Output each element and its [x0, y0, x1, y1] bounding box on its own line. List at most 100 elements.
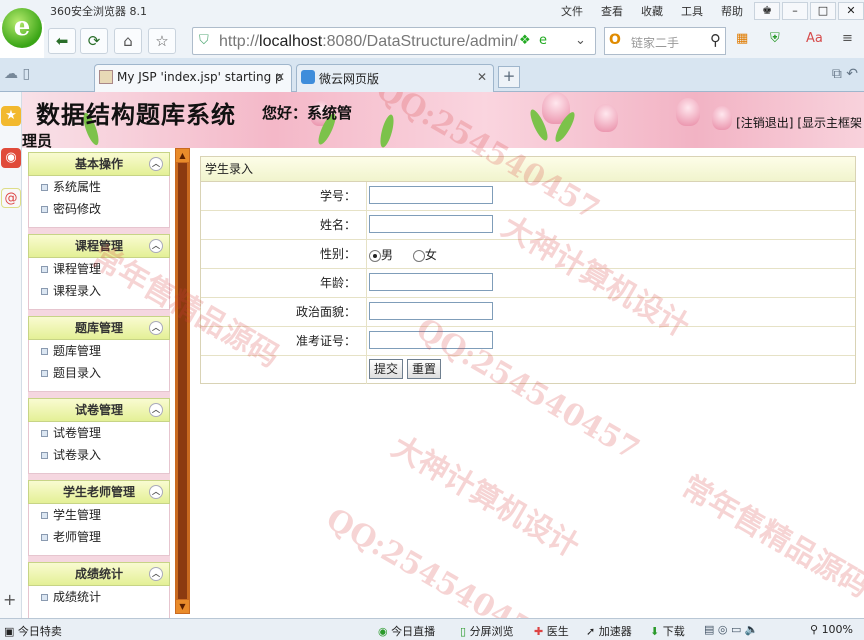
menu-group-header[interactable]: 试卷管理 ︿	[28, 398, 170, 422]
menu-item-change-password[interactable]: 密码修改	[29, 198, 169, 220]
search-input[interactable]: 链家二手	[631, 34, 679, 51]
translate-icon[interactable]: Aa	[806, 31, 823, 46]
chevron-up-icon[interactable]: ︿	[149, 157, 163, 171]
minimize-icon[interactable]: –	[782, 2, 808, 20]
student-id-input[interactable]	[369, 186, 493, 204]
doctor-link[interactable]: ✚ 医生	[534, 623, 569, 639]
gender-female-radio[interactable]	[412, 249, 425, 262]
weibo-icon[interactable]: ◉	[1, 148, 21, 168]
menu-item-score-stats[interactable]: 成绩统计	[29, 586, 169, 608]
accelerator-link[interactable]: ➚ 加速器	[586, 623, 632, 639]
add-icon[interactable]: +	[3, 590, 16, 609]
browser-title: 360安全浏览器 8.1	[50, 5, 147, 18]
menu-item-course-entry[interactable]: 课程录入	[29, 280, 169, 302]
logout-link[interactable]: [注销退出]	[736, 116, 793, 130]
menu-icon[interactable]: ≡	[842, 31, 853, 46]
field-label: 学号：	[201, 182, 367, 210]
address-bar[interactable]: ⛉ http://localhost:8080/DataStructure/ad…	[192, 27, 596, 55]
mail-icon[interactable]: @	[1, 188, 21, 208]
zoom-control[interactable]: ⚲ 100%	[810, 623, 853, 636]
compat-mode-icon[interactable]: ❖	[519, 33, 531, 48]
skin-icon[interactable]: ♚	[754, 2, 780, 20]
split-icon: ▯	[460, 625, 470, 638]
chevron-up-icon[interactable]: ︿	[149, 567, 163, 581]
menu-item-teacher-manage[interactable]: 老师管理	[29, 526, 169, 548]
menu-scrollbar[interactable]: ▲ ▼	[175, 148, 190, 614]
menu-file[interactable]: 文件	[561, 3, 583, 19]
chevron-up-icon[interactable]: ︿	[149, 239, 163, 253]
today-sale-link[interactable]: ▣ 今日特卖	[4, 623, 62, 639]
menu-item-student-manage[interactable]: 学生管理	[29, 504, 169, 526]
back-icon[interactable]: ⬅	[48, 28, 76, 54]
cloud-icon[interactable]: ☁ ▯	[4, 66, 30, 82]
form-row-gender: 性别： 男 女	[201, 240, 855, 269]
age-input[interactable]	[369, 273, 493, 291]
tab-index-jsp[interactable]: My JSP 'index.jsp' starting p ✕	[94, 64, 292, 92]
admission-number-input[interactable]	[369, 331, 493, 349]
new-tab-icon[interactable]: +	[498, 66, 520, 88]
menu-item-exam-manage[interactable]: 试卷管理	[29, 422, 169, 444]
search-engine-icon[interactable]: O	[609, 32, 621, 48]
political-status-input[interactable]	[369, 302, 493, 320]
maximize-icon[interactable]: □	[810, 2, 836, 20]
search-icon[interactable]: ⚲	[710, 31, 721, 49]
menu-item-exam-entry[interactable]: 试卷录入	[29, 444, 169, 466]
scroll-down-icon[interactable]: ▼	[176, 600, 189, 613]
restore-tab-icon[interactable]: ⧉ ↶	[832, 66, 858, 82]
tab-label: 微云网页版	[319, 72, 380, 86]
menu-group-question-bank: 题库管理 ︿ 题库管理 题目录入	[28, 316, 170, 392]
tab-weiyun[interactable]: 微云网页版 ✕	[296, 64, 494, 92]
search-box[interactable]: O 链家二手 ⚲	[604, 27, 726, 55]
live-link[interactable]: ◉ 今日直播	[378, 623, 435, 639]
chevron-up-icon[interactable]: ︿	[149, 321, 163, 335]
show-main-frame-link[interactable]: [显示主框架	[797, 116, 862, 130]
form-row-admission-number: 准考证号：	[201, 327, 855, 356]
close-tab-icon[interactable]: ✕	[477, 70, 487, 84]
menu-group-header[interactable]: 学生老师管理 ︿	[28, 480, 170, 504]
name-input[interactable]	[369, 215, 493, 233]
menu-item-question-entry[interactable]: 题目录入	[29, 362, 169, 384]
menu-group-header[interactable]: 课程管理 ︿	[28, 234, 170, 258]
menu-group-header[interactable]: 成绩统计 ︿	[28, 562, 170, 586]
menu-help[interactable]: 帮助	[721, 3, 743, 19]
close-icon[interactable]: ✕	[838, 2, 864, 20]
download-link[interactable]: ⬇ 下载	[650, 623, 685, 639]
menu-group-header[interactable]: 基本操作 ︿	[28, 152, 170, 176]
ie-mode-icon[interactable]: e	[539, 33, 547, 48]
menu-tools[interactable]: 工具	[681, 3, 703, 19]
address-url[interactable]: http://localhost:8080/DataStructure/admi…	[219, 33, 519, 51]
browser-titlebar: 360安全浏览器 8.1 文件 查看 收藏 工具 帮助 ♚ – □ ✕	[0, 0, 864, 22]
system-title: 数据结构题库系统	[36, 100, 236, 129]
chevron-up-icon[interactable]: ︿	[149, 403, 163, 417]
menu-group-header[interactable]: 题库管理 ︿	[28, 316, 170, 340]
apps-icon[interactable]: ▦	[736, 31, 748, 46]
reset-button[interactable]: 重置	[407, 359, 442, 379]
gender-male-radio[interactable]	[369, 249, 381, 262]
rocket-icon: ➚	[586, 625, 599, 638]
favorites-star-icon[interactable]: ★	[1, 106, 21, 126]
chevron-down-icon[interactable]: ⌄	[575, 33, 586, 48]
medical-icon: ✚	[534, 625, 547, 638]
menu-item-question-bank-manage[interactable]: 题库管理	[29, 340, 169, 362]
chevron-up-icon[interactable]: ︿	[149, 485, 163, 499]
download-icon: ⬇	[650, 625, 663, 638]
menu-item-course-manage[interactable]: 课程管理	[29, 258, 169, 280]
split-view-link[interactable]: ▯ 分屏浏览	[460, 623, 514, 639]
watermark: 常年售精品源码	[675, 469, 864, 605]
status-tools-icon[interactable]: ▤ ◎ ▭ 🔈	[704, 623, 759, 636]
submit-button[interactable]: 提交	[369, 359, 404, 379]
gender-male-label: 男	[381, 248, 394, 262]
scrollbar-track[interactable]	[178, 163, 187, 599]
field-label: 政治面貌：	[201, 298, 367, 326]
refresh-icon[interactable]: ⟳	[80, 28, 108, 54]
security-icon[interactable]: ⛨	[770, 31, 780, 46]
menu-view[interactable]: 查看	[601, 3, 623, 19]
scroll-up-icon[interactable]: ▲	[176, 149, 189, 162]
menu-favorites[interactable]: 收藏	[641, 3, 663, 19]
home-icon[interactable]: ⌂	[114, 28, 142, 54]
close-tab-icon[interactable]: ✕	[275, 70, 285, 84]
page-icon	[99, 70, 113, 84]
favorite-star-icon[interactable]: ☆	[148, 28, 176, 54]
menu-item-system-properties[interactable]: 系统属性	[29, 176, 169, 198]
watermark: 大神计算机设计	[385, 429, 585, 565]
